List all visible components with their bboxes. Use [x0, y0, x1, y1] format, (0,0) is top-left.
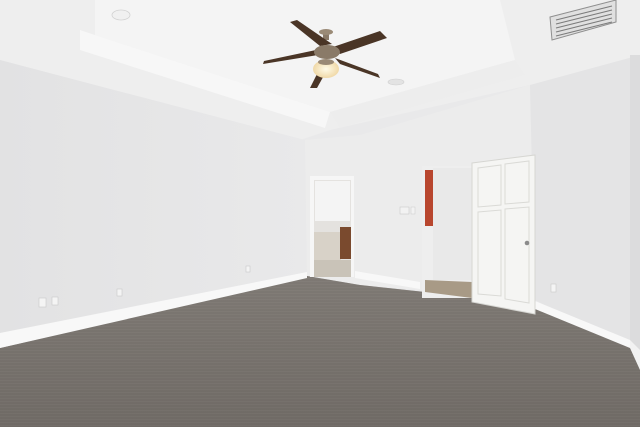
smoke-detector	[111, 9, 131, 21]
outlet-right	[550, 283, 557, 293]
right-wall-corner	[630, 55, 640, 370]
room-illustration	[0, 0, 640, 427]
bathroom-tub	[314, 232, 341, 260]
bathroom-cabinet	[340, 227, 351, 259]
bathroom-window	[315, 181, 350, 221]
outlet-left-4	[245, 265, 251, 273]
door-panel	[471, 154, 536, 315]
outlet-left-2	[51, 296, 59, 306]
door-knob	[524, 240, 530, 246]
recessed-light	[387, 78, 405, 86]
closet-accent-wall	[425, 170, 433, 226]
outlet-left-3	[116, 288, 123, 297]
closet-inner-wall	[433, 168, 473, 280]
thermostat	[399, 206, 410, 215]
light-switch	[410, 206, 416, 215]
bathroom-floor	[314, 260, 351, 277]
empty-bedroom-photo	[0, 0, 640, 427]
outlet-left-1	[38, 297, 47, 308]
